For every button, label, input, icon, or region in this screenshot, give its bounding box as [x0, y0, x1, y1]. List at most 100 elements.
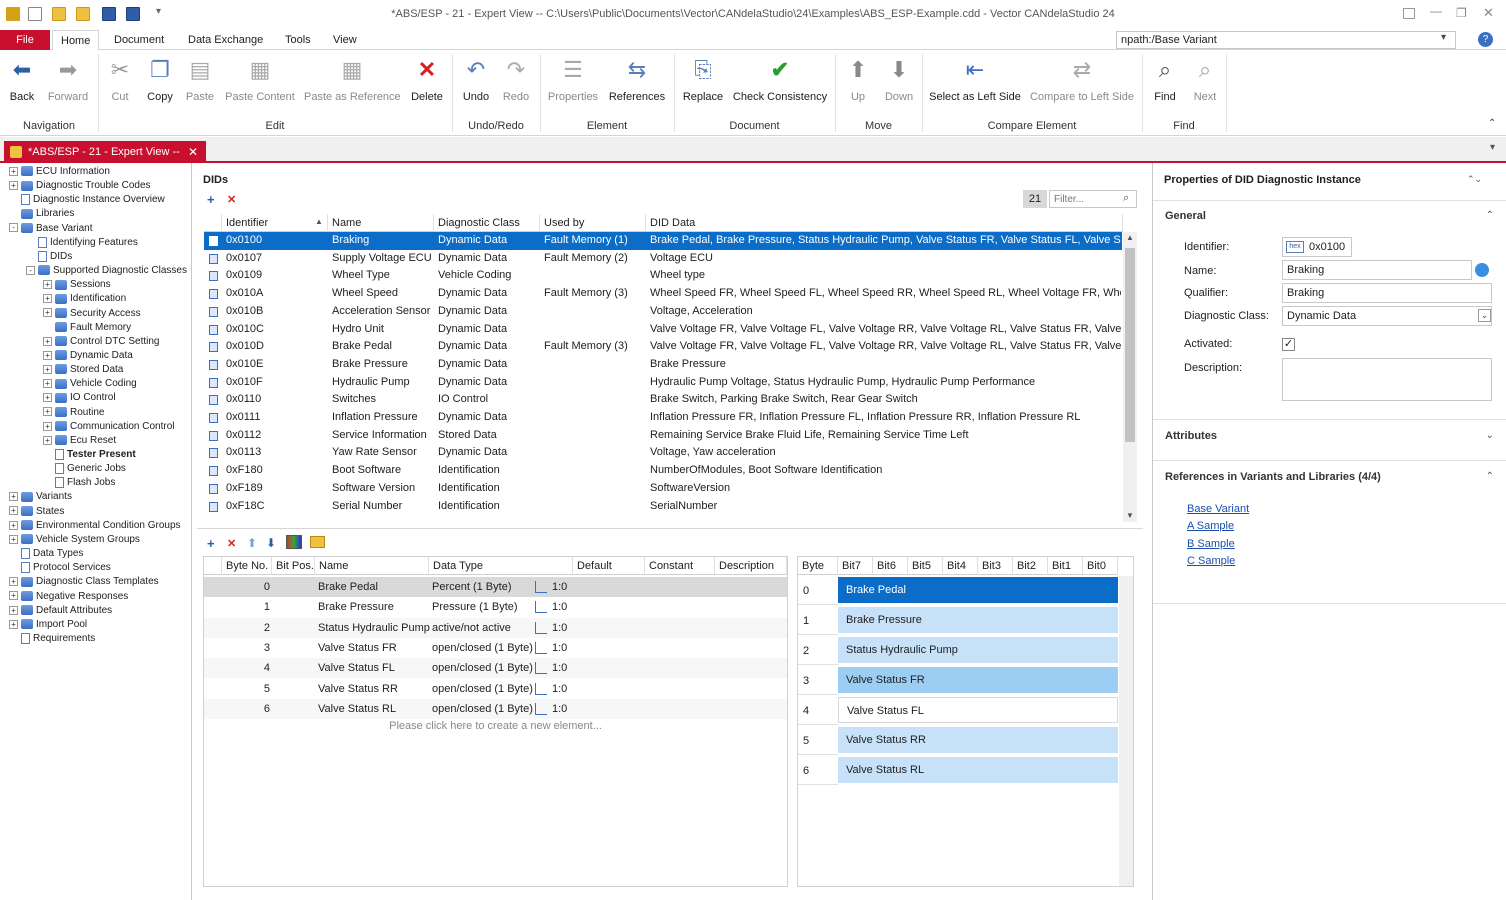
- reference-link-b-sample[interactable]: B Sample: [1187, 538, 1235, 550]
- bit-view-icon[interactable]: [310, 536, 325, 548]
- reference-link-c-sample[interactable]: C Sample: [1187, 555, 1235, 567]
- expand-icon[interactable]: +: [9, 605, 18, 615]
- tree-item[interactable]: + Vehicle System Groups: [9, 533, 140, 547]
- did-row[interactable]: 0xF180 Boot Software Identification NumberO…: [204, 462, 1122, 480]
- bit-row[interactable]: 3 Valve Status FR: [798, 667, 1118, 695]
- move-up-icon[interactable]: ⬆: [247, 536, 257, 550]
- did-column-header[interactable]: Used by: [540, 214, 646, 232]
- byte-column-header[interactable]: Description: [715, 557, 787, 575]
- expand-icon[interactable]: +: [9, 619, 18, 629]
- scroll-down-icon[interactable]: ▼: [1126, 511, 1134, 520]
- scale-icon[interactable]: [535, 621, 547, 634]
- scale-icon[interactable]: [535, 581, 547, 593]
- minimize-icon[interactable]: —: [1430, 4, 1442, 18]
- tree-item[interactable]: + Sessions: [43, 278, 111, 292]
- delete-button[interactable]: ✕ Delete: [408, 54, 446, 103]
- paste-content-button[interactable]: ▦ Paste Content: [224, 54, 296, 103]
- forward-button[interactable]: ➡ Forward: [44, 54, 92, 103]
- check-consistency-button[interactable]: ✔ Check Consistency: [732, 54, 828, 103]
- bit-field[interactable]: Valve Status FR: [838, 667, 1118, 693]
- tree-item[interactable]: + Stored Data: [43, 363, 123, 377]
- tree-item[interactable]: +Data Types: [9, 547, 83, 561]
- collapse-icon[interactable]: -: [26, 265, 35, 275]
- expand-icon[interactable]: +: [9, 520, 18, 530]
- cut-button[interactable]: ✂ Cut: [104, 54, 136, 103]
- close-icon[interactable]: ✕: [1483, 5, 1494, 21]
- byte-column-header[interactable]: Constant: [645, 557, 715, 575]
- bit-field[interactable]: Valve Status RR: [838, 727, 1118, 753]
- up-button[interactable]: ⬆ Up: [844, 54, 872, 103]
- did-row[interactable]: 0x0112 Service Information Stored Data Rema…: [204, 427, 1122, 445]
- create-new-element-link[interactable]: Please click here to create a new elemen…: [204, 720, 787, 732]
- tab-list-dropdown-icon[interactable]: ▾: [1490, 142, 1495, 153]
- expand-icon[interactable]: +: [43, 407, 52, 417]
- undo-button[interactable]: ↶ Undo: [458, 54, 494, 103]
- expand-icon[interactable]: +: [9, 577, 18, 587]
- maximize-icon[interactable]: ❐: [1456, 6, 1467, 20]
- tree-item[interactable]: + Import Pool: [9, 618, 87, 632]
- did-row[interactable]: 0x0110 Switches IO Control Brake Switch, Pa…: [204, 391, 1122, 409]
- tab-tools[interactable]: Tools: [277, 30, 319, 50]
- byte-column-header[interactable]: Default: [573, 557, 645, 575]
- tree-item[interactable]: + Security Access: [43, 307, 141, 321]
- file-menu[interactable]: File: [0, 30, 50, 50]
- expand-icon[interactable]: +: [43, 435, 52, 445]
- tree-item[interactable]: + Vehicle Coding: [43, 377, 137, 391]
- did-row[interactable]: 0x010D Brake Pedal Dynamic Data Fault Memor…: [204, 338, 1122, 356]
- scale-icon[interactable]: [535, 662, 547, 675]
- tree-item[interactable]: +Protocol Services: [9, 561, 111, 575]
- help-icon[interactable]: ?: [1478, 32, 1493, 47]
- tree-item[interactable]: + Communication Control: [43, 420, 175, 434]
- expand-icon[interactable]: +: [9, 181, 18, 190]
- compare-to-left-side-button[interactable]: ⇄ Compare to Left Side: [1030, 54, 1134, 103]
- bit-field[interactable]: Status Hydraulic Pump: [838, 637, 1118, 663]
- reference-link-a-sample[interactable]: A Sample: [1187, 520, 1234, 532]
- move-down-icon[interactable]: ⬇: [266, 536, 276, 550]
- redo-button[interactable]: ↷ Redo: [498, 54, 534, 103]
- expand-icon[interactable]: +: [43, 379, 52, 389]
- did-row[interactable]: 0x010C Hydro Unit Dynamic Data Valve Voltag…: [204, 321, 1122, 339]
- replace-button[interactable]: ⎘ Replace: [680, 54, 726, 103]
- down-button[interactable]: ⬇ Down: [882, 54, 916, 103]
- tree-item[interactable]: +DIDs: [26, 250, 72, 264]
- bit-field[interactable]: Valve Status FL: [838, 697, 1118, 723]
- did-column-header[interactable]: Diagnostic Class: [434, 214, 540, 232]
- expand-icon[interactable]: +: [43, 336, 52, 346]
- byte-row[interactable]: 4 Valve Status FL open/closed (1 Byte) 1:0: [204, 658, 787, 679]
- npath-dropdown-icon[interactable]: ▾: [1441, 32, 1446, 43]
- collapse-ribbon-icon[interactable]: ⌃: [1488, 118, 1496, 129]
- byte-column-header[interactable]: Bit Pos.: [272, 557, 315, 575]
- tab-document[interactable]: Document: [106, 30, 172, 50]
- byte-row[interactable]: 3 Valve Status FR open/closed (1 Byte) 1:0: [204, 637, 787, 658]
- tree-item[interactable]: + Ecu Reset: [43, 434, 116, 448]
- tree-item[interactable]: + Diagnostic Class Templates: [9, 575, 159, 589]
- collapse-all-icon[interactable]: ⌃⌄: [1467, 174, 1482, 185]
- tree-item[interactable]: + IO Control: [43, 391, 116, 405]
- npath-input[interactable]: npath:/Base Variant: [1116, 31, 1456, 49]
- byte-row[interactable]: 5 Valve Status RR open/closed (1 Byte) 1:0: [204, 678, 787, 699]
- tree-item[interactable]: + Dynamic Data: [43, 349, 133, 363]
- chevron-up-icon[interactable]: ⌃: [1486, 210, 1494, 221]
- scale-icon[interactable]: [535, 702, 547, 715]
- expand-icon[interactable]: +: [43, 421, 52, 431]
- bit-field[interactable]: Valve Status RL: [838, 757, 1118, 783]
- expand-icon[interactable]: +: [43, 308, 52, 318]
- byte-column-header[interactable]: Byte No.: [222, 557, 272, 575]
- tree-item[interactable]: + Negative Responses: [9, 590, 128, 604]
- expand-icon[interactable]: +: [9, 591, 18, 601]
- bit-field[interactable]: Brake Pressure: [838, 607, 1118, 633]
- bit-row[interactable]: 2 Status Hydraulic Pump: [798, 637, 1118, 665]
- tree-item[interactable]: - Supported Diagnostic Classes: [26, 264, 187, 278]
- expand-icon[interactable]: +: [9, 492, 18, 502]
- references-section-title[interactable]: References in Variants and Libraries (4/…: [1165, 471, 1381, 483]
- bit-row[interactable]: 1 Brake Pressure: [798, 607, 1118, 635]
- byte-row[interactable]: 1 Brake Pressure Pressure (1 Byte) 1:0: [204, 597, 787, 618]
- bit-row[interactable]: 6 Valve Status RL: [798, 757, 1118, 785]
- tree-item[interactable]: + Routine: [43, 406, 104, 420]
- did-column-header[interactable]: Name: [328, 214, 434, 232]
- description-field[interactable]: [1282, 358, 1492, 401]
- tab-data-exchange[interactable]: Data Exchange: [180, 30, 271, 50]
- byte-view-icon[interactable]: [286, 535, 302, 549]
- find-button[interactable]: ⌕ Find: [1150, 54, 1180, 103]
- close-tab-icon[interactable]: ✕: [188, 141, 198, 163]
